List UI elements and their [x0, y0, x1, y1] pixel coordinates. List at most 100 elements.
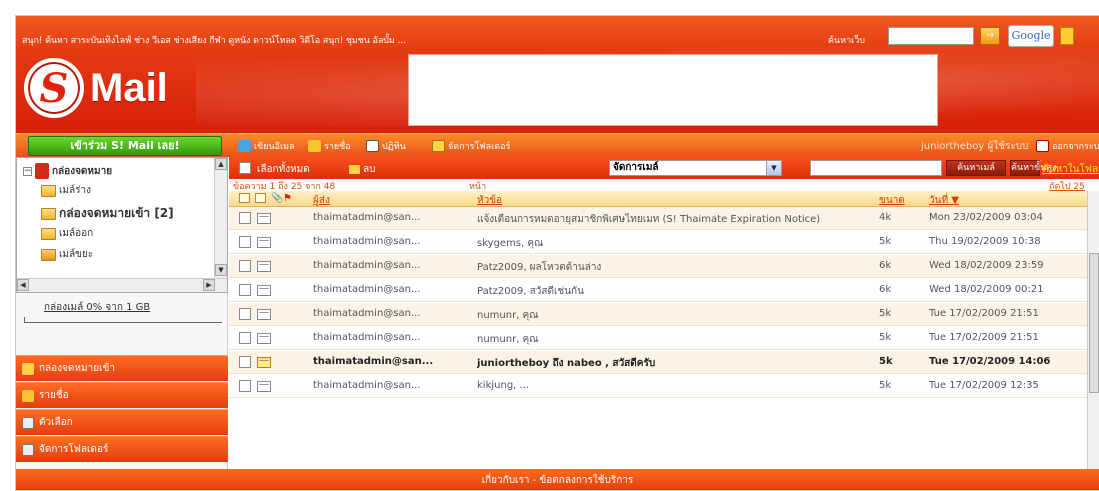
folder-icon — [41, 184, 56, 197]
email-row[interactable]: thaimatadmin@san... แจ้งเตือนการหมดอายุส… — [229, 207, 1087, 230]
storage-usage: กล่องเมล์ 0% จาก 1 GB — [44, 302, 151, 313]
email-subject[interactable]: numunr, คุณ — [477, 332, 877, 347]
web-search-button[interactable]: → — [980, 27, 1000, 45]
search-mail-button[interactable]: ค้นหาเมล์ — [946, 160, 1006, 176]
tree-horizontal-scrollbar[interactable]: ◀ ▶ — [17, 278, 227, 292]
tree-item-inbox[interactable]: กล่องจดหมายเข้า [2] — [41, 204, 174, 223]
smail-logo[interactable]: S Mail — [24, 56, 168, 120]
contacts-button[interactable]: รายชื่อ — [308, 139, 351, 153]
email-checkbox[interactable] — [239, 332, 251, 344]
site-header: สนุก! ค้นหา สาระบันเทิงไลฟ์ ช่าง วีเอส ช… — [16, 16, 1099, 133]
scroll-up-icon[interactable]: ▲ — [215, 158, 227, 170]
logout-button[interactable]: ออกจากระบบ — [1036, 139, 1099, 153]
email-row[interactable]: thaimatadmin@san... skygems, คุณ 5k Thu … — [229, 231, 1087, 254]
email-row[interactable]: thaimatadmin@san... kikjung, ... 5k Tue … — [229, 375, 1087, 398]
nav-options[interactable]: ตัวเลือก — [16, 409, 228, 435]
google-search-button[interactable]: Google — [1008, 25, 1054, 47]
nav-manage-folders[interactable]: จัดการโฟลเดอร์ — [16, 436, 228, 462]
contacts-icon — [22, 389, 34, 402]
email-from: thaimatadmin@san... — [313, 260, 421, 271]
email-subject[interactable]: Patz2009, สวัสดีเช่นกัน — [477, 284, 877, 299]
select-all-label[interactable]: เลือกทั้งหมด — [257, 162, 310, 177]
tree-root-mailbox[interactable]: − กล่องจดหมาย — [23, 163, 112, 179]
tree-item-sent[interactable]: เมล์ออก — [41, 226, 93, 241]
chevron-down-icon[interactable]: ▼ — [766, 161, 781, 175]
logout-label: ออกจากระบบ — [1052, 142, 1099, 152]
email-row[interactable]: thaimatadmin@san... Patz2009, สวัสดีเช่น… — [229, 279, 1087, 302]
scrollbar-thumb[interactable] — [1089, 253, 1099, 393]
tree-label-drafts: เมล์ร่าง — [59, 185, 92, 196]
footer[interactable]: เกี่ยวกับเรา - ข้อตกลงการใช้บริการ — [16, 469, 1099, 490]
nav-contacts[interactable]: รายชื่อ — [16, 382, 228, 408]
calendar-icon — [366, 140, 379, 152]
manage-folders-button[interactable]: จัดการโฟลเดอร์ — [432, 139, 510, 153]
logo-s-letter: S — [39, 65, 69, 112]
logo-s-icon: S — [24, 58, 84, 118]
email-subject[interactable]: numunr, คุณ — [477, 308, 877, 323]
calendar-button[interactable]: ปฏิทิน — [366, 139, 406, 153]
select-all-checkbox[interactable] — [239, 162, 251, 174]
top-navigation[interactable]: สนุก! ค้นหา สาระบันเทิงไลฟ์ ช่าง วีเอส ช… — [22, 33, 406, 47]
collapse-icon[interactable]: − — [23, 166, 32, 176]
email-checkbox[interactable] — [239, 380, 251, 392]
user-info[interactable]: juniortheboy ผู้ใช้ระบบ — [921, 139, 1028, 154]
search-other-folders-link[interactable]: ค้นหาในโฟลเดอร์อื่น — [1042, 162, 1099, 177]
column-subject[interactable]: หัวข้อ — [477, 193, 502, 208]
email-checkbox[interactable] — [239, 260, 251, 272]
join-smail-button[interactable]: เข้าร่วม S! Mail เลย! — [28, 136, 222, 156]
flag-header-icon: ⚑ — [283, 193, 292, 204]
compose-button[interactable]: เขียนอีเมล — [238, 139, 295, 153]
envelope-read-icon — [257, 261, 271, 272]
pagination-bar: ข้อความ 1 ถึง 25 จาก 48 หน้า ถัดไป 25 — [229, 179, 1099, 192]
mail-list-panel: เลือกทั้งหมด ลบ จัดการเมล์ ▼ ค้นหาเมล์ ค… — [229, 157, 1099, 469]
email-subject[interactable]: juniortheboy ถึง nabeo , สวัสดีครับ — [477, 356, 877, 371]
scroll-left-icon[interactable]: ◀ — [17, 279, 29, 291]
manage-mail-select[interactable]: จัดการเมล์ ▼ — [609, 160, 782, 176]
email-subject[interactable]: skygems, คุณ — [477, 236, 877, 251]
email-checkbox[interactable] — [239, 236, 251, 248]
folder-icon — [22, 443, 34, 456]
folder-icon — [41, 227, 56, 240]
email-from: thaimatadmin@san... — [313, 380, 421, 391]
toolbar-extra-icon[interactable] — [1060, 27, 1074, 45]
email-row[interactable]: thaimatadmin@san... numunr, คุณ 5k Tue 1… — [229, 327, 1087, 350]
email-from: thaimatadmin@san... — [313, 212, 421, 223]
column-size[interactable]: ขนาด — [879, 193, 905, 208]
email-checkbox[interactable] — [239, 212, 251, 224]
scroll-right-icon[interactable]: ▶ — [203, 279, 215, 291]
compose-label: เขียนอีเมล — [254, 142, 295, 152]
tree-item-junk[interactable]: เมล์ขยะ — [41, 247, 93, 262]
email-checkbox[interactable] — [239, 308, 251, 320]
nav-inbox[interactable]: กล่องจดหมายเข้า — [16, 355, 228, 381]
email-date: Tue 17/02/2009 12:35 — [929, 380, 1039, 391]
mail-list-scrollbar[interactable] — [1087, 191, 1099, 469]
contacts-label: รายชื่อ — [324, 142, 351, 152]
email-subject[interactable]: kikjung, ... — [477, 380, 877, 391]
email-row-unread[interactable]: thaimatadmin@san... juniortheboy ถึง nab… — [229, 351, 1087, 374]
email-date: Tue 17/02/2009 21:51 — [929, 332, 1039, 343]
email-date: Tue 17/02/2009 21:51 — [929, 308, 1039, 319]
column-date[interactable]: วันที่ ▼ — [929, 193, 959, 208]
advanced-search-button[interactable]: ค้นหาขั้นสูง — [1010, 160, 1056, 176]
email-subject[interactable]: แจ้งเตือนการหมดอายุสมาชิกพิเศษไทยเมท (S!… — [477, 212, 877, 227]
envelope-read-icon — [257, 381, 271, 392]
web-search-label: ค้นหาเว็บ — [828, 36, 866, 46]
email-checkbox[interactable] — [239, 356, 251, 368]
main-toolbar: เข้าร่วม S! Mail เลย! เขียนอีเมล รายชื่อ… — [16, 133, 1099, 157]
delete-button[interactable]: ลบ — [349, 162, 375, 177]
web-search-input[interactable] — [888, 27, 974, 45]
email-date: Thu 19/02/2009 10:38 — [929, 236, 1041, 247]
email-subject[interactable]: Patz2009, ผลโหวตด้านล่าง — [477, 260, 877, 275]
email-row[interactable]: thaimatadmin@san... Patz2009, ผลโหวตด้าน… — [229, 255, 1087, 278]
tree-item-drafts[interactable]: เมล์ร่าง — [41, 183, 91, 198]
ad-banner[interactable] — [408, 54, 938, 126]
email-row[interactable]: thaimatadmin@san... numunr, คุณ 5k Tue 1… — [229, 303, 1087, 326]
tree-vertical-scrollbar[interactable]: ▲ ▼ — [214, 158, 227, 278]
envelope-read-icon — [257, 309, 271, 320]
email-from: thaimatadmin@san... — [313, 332, 421, 343]
column-from[interactable]: ผู้ส่ง — [313, 193, 330, 208]
email-checkbox[interactable] — [239, 284, 251, 296]
junk-folder-icon — [41, 248, 56, 261]
mail-search-input[interactable] — [810, 160, 942, 176]
scroll-down-icon[interactable]: ▼ — [215, 264, 227, 276]
